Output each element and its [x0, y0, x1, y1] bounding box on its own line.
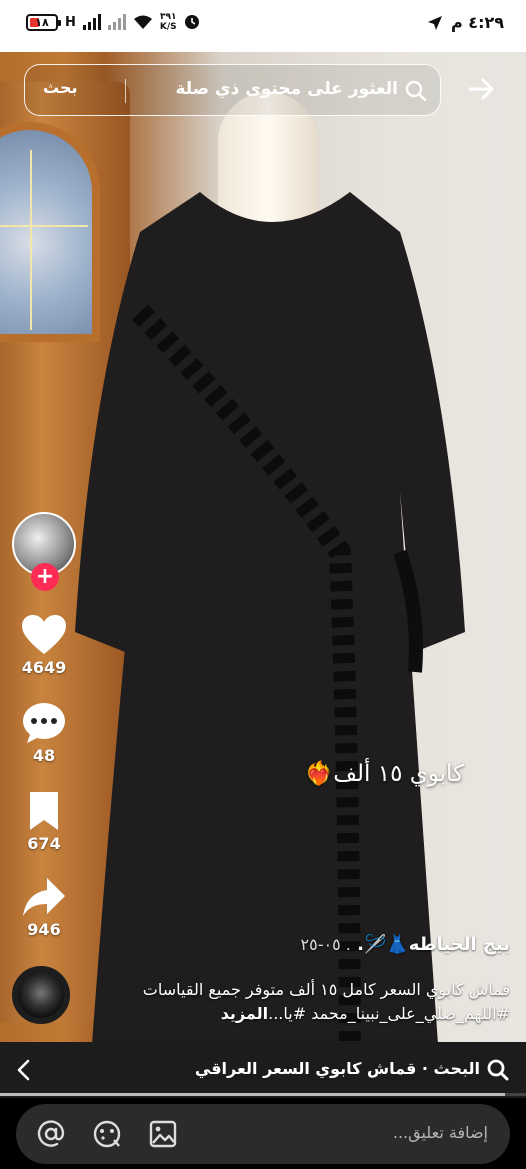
battery-level: ١٨: [35, 15, 49, 29]
save-button[interactable]: 674: [14, 790, 74, 853]
comment-input[interactable]: إضافة تعليق...: [16, 1104, 510, 1164]
author-name[interactable]: بيج الخياطه👗🪡.: [357, 934, 510, 955]
clock: ٤:٢٩ م: [451, 13, 504, 32]
like-count: 4649: [21, 658, 67, 677]
dress-image: [70, 192, 470, 1042]
follow-button[interactable]: +: [31, 563, 59, 591]
save-count: 674: [27, 834, 61, 853]
net-speed-value: ٣٩١: [160, 12, 177, 22]
author-line: بيج الخياطه👗🪡. . ٠٥-٢٥: [301, 934, 511, 955]
signal-2-icon: [107, 14, 126, 30]
related-search-label: البحث · قماش كابوي السعر العراقي: [194, 1059, 480, 1078]
status-bar: ١٨ H ٣٩١ K/S ٤:٢٩ م: [0, 0, 526, 52]
chevron-left-icon: [17, 1059, 30, 1081]
music-disc-icon[interactable]: [12, 966, 70, 1024]
comment-bubble-icon: [23, 703, 65, 743]
signal-icon: [82, 14, 101, 30]
video-player[interactable]: [0, 52, 526, 1042]
search-icon: [405, 80, 427, 102]
video-description[interactable]: قماش كابوي السعر كامل ١٥ ألف متوفر جميع …: [110, 978, 510, 1026]
bookmark-icon: [30, 792, 58, 830]
comment-count: 48: [32, 746, 56, 765]
heart-icon: [22, 615, 66, 654]
search-button[interactable]: بحث: [43, 78, 77, 97]
search-icon: [487, 1059, 509, 1081]
location-arrow-icon: [428, 15, 442, 30]
emoji-icon[interactable]: [92, 1119, 122, 1149]
comment-bar: إضافة تعليق...: [0, 1098, 526, 1169]
status-left: ١٨ H ٣٩١ K/S: [26, 12, 200, 32]
search-query[interactable]: العثور على محتوى ذي صلة: [175, 79, 398, 99]
video-progress-bar[interactable]: [0, 1093, 526, 1096]
wifi-icon: [133, 15, 152, 29]
search-divider: [125, 79, 126, 103]
alarm-icon: [184, 15, 199, 29]
post-date: . ٠٥-٢٥: [300, 935, 351, 954]
share-count: 946: [27, 920, 61, 939]
description-text: قماش كابوي السعر كامل ١٥ ألف متوفر جميع …: [142, 980, 510, 1023]
net-speed-unit: K/S: [159, 22, 177, 32]
related-search-bar[interactable]: البحث · قماش كابوي السعر العراقي: [0, 1042, 526, 1098]
comment-button[interactable]: 48: [14, 702, 74, 765]
image-icon[interactable]: [148, 1119, 178, 1149]
like-button[interactable]: 4649: [14, 614, 74, 677]
status-right: ٤:٢٩ م: [427, 13, 504, 32]
search-bar[interactable]: بحث العثور على محتوى ذي صلة: [24, 64, 441, 116]
net-speed: ٣٩١ K/S: [160, 12, 177, 32]
back-arrow-icon[interactable]: [466, 74, 496, 104]
network-type: H: [65, 14, 76, 30]
share-arrow-icon: [23, 878, 65, 916]
share-button[interactable]: 946: [14, 876, 74, 939]
comment-placeholder: إضافة تعليق...: [392, 1123, 488, 1142]
more-link[interactable]: المزيد: [221, 1004, 268, 1023]
mention-icon[interactable]: [36, 1119, 66, 1149]
video-overlay-text: كابوي ١٥ ألف❤️‍🔥: [304, 761, 464, 787]
battery-icon: ١٨: [26, 13, 61, 31]
